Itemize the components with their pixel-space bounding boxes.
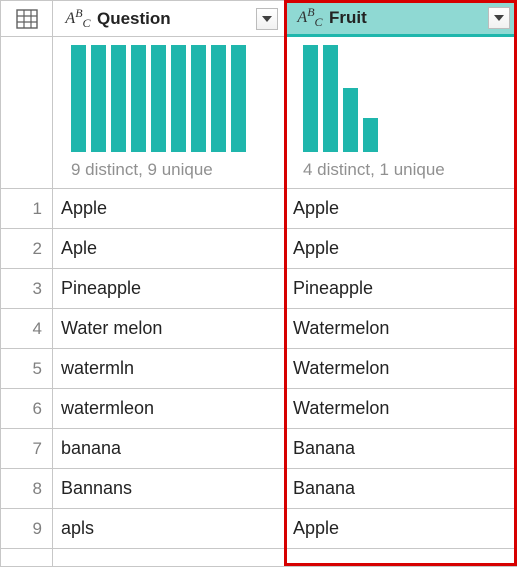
cell-question[interactable]: Water melon	[53, 309, 285, 349]
text-type-icon: ABC	[63, 4, 93, 34]
trailing-empty-cell	[285, 549, 517, 567]
row-number[interactable]: 2	[1, 229, 53, 269]
cell-question[interactable]: apls	[53, 509, 285, 549]
data-preview-table: ABC Question ABC Fruit 9 distinct, 9 uni…	[0, 0, 516, 567]
cell-fruit[interactable]: Watermelon	[285, 349, 517, 389]
cell-question[interactable]: Bannans	[53, 469, 285, 509]
column-header-fruit[interactable]: ABC Fruit	[285, 1, 517, 37]
row-number[interactable]: 8	[1, 469, 53, 509]
select-all-corner[interactable]	[1, 1, 53, 37]
profile-bar	[323, 45, 338, 152]
row-number[interactable]: 4	[1, 309, 53, 349]
profile-bar	[91, 45, 106, 152]
profile-histogram	[67, 45, 270, 154]
cell-fruit[interactable]: Apple	[285, 189, 517, 229]
column-header-label: Question	[97, 9, 171, 29]
cell-fruit[interactable]: Banana	[285, 429, 517, 469]
text-type-icon: ABC	[295, 3, 325, 33]
row-number[interactable]: 3	[1, 269, 53, 309]
row-number[interactable]: 7	[1, 429, 53, 469]
profile-bar	[131, 45, 146, 152]
profile-histogram	[299, 45, 502, 154]
column-profile-fruit: 4 distinct, 1 unique	[285, 37, 517, 189]
profile-stats-text: 9 distinct, 9 unique	[67, 160, 270, 180]
cell-question[interactable]: Pineapple	[53, 269, 285, 309]
chevron-down-icon	[262, 16, 272, 22]
profile-bar	[111, 45, 126, 152]
trailing-empty-cell	[53, 549, 285, 567]
profile-bar	[343, 88, 358, 152]
column-header-question[interactable]: ABC Question	[53, 1, 285, 37]
cell-question[interactable]: Apple	[53, 189, 285, 229]
column-header-label: Fruit	[329, 8, 367, 28]
column-profile-question: 9 distinct, 9 unique	[53, 37, 285, 189]
row-number[interactable]: 5	[1, 349, 53, 389]
profile-row-gutter	[1, 37, 53, 189]
cell-fruit[interactable]: Apple	[285, 229, 517, 269]
cell-fruit[interactable]: Banana	[285, 469, 517, 509]
profile-bar	[71, 45, 86, 152]
row-number[interactable]: 9	[1, 509, 53, 549]
profile-bar	[363, 118, 378, 152]
column-filter-button[interactable]	[488, 7, 510, 29]
column-filter-button[interactable]	[256, 8, 278, 30]
cell-question[interactable]: banana	[53, 429, 285, 469]
cell-question[interactable]: watermleon	[53, 389, 285, 429]
profile-bar	[191, 45, 206, 152]
cell-fruit[interactable]: Watermelon	[285, 309, 517, 349]
profile-bar	[211, 45, 226, 152]
profile-bar	[231, 45, 246, 152]
chevron-down-icon	[494, 15, 504, 21]
cell-question[interactable]: Aple	[53, 229, 285, 269]
row-number[interactable]: 6	[1, 389, 53, 429]
cell-question[interactable]: watermln	[53, 349, 285, 389]
cell-fruit[interactable]: Apple	[285, 509, 517, 549]
profile-bar	[303, 45, 318, 152]
row-number[interactable]: 1	[1, 189, 53, 229]
cell-fruit[interactable]: Pineapple	[285, 269, 517, 309]
profile-bar	[171, 45, 186, 152]
profile-bar	[151, 45, 166, 152]
table-icon	[16, 9, 38, 29]
profile-stats-text: 4 distinct, 1 unique	[299, 160, 502, 180]
cell-fruit[interactable]: Watermelon	[285, 389, 517, 429]
trailing-empty-cell	[1, 549, 53, 567]
